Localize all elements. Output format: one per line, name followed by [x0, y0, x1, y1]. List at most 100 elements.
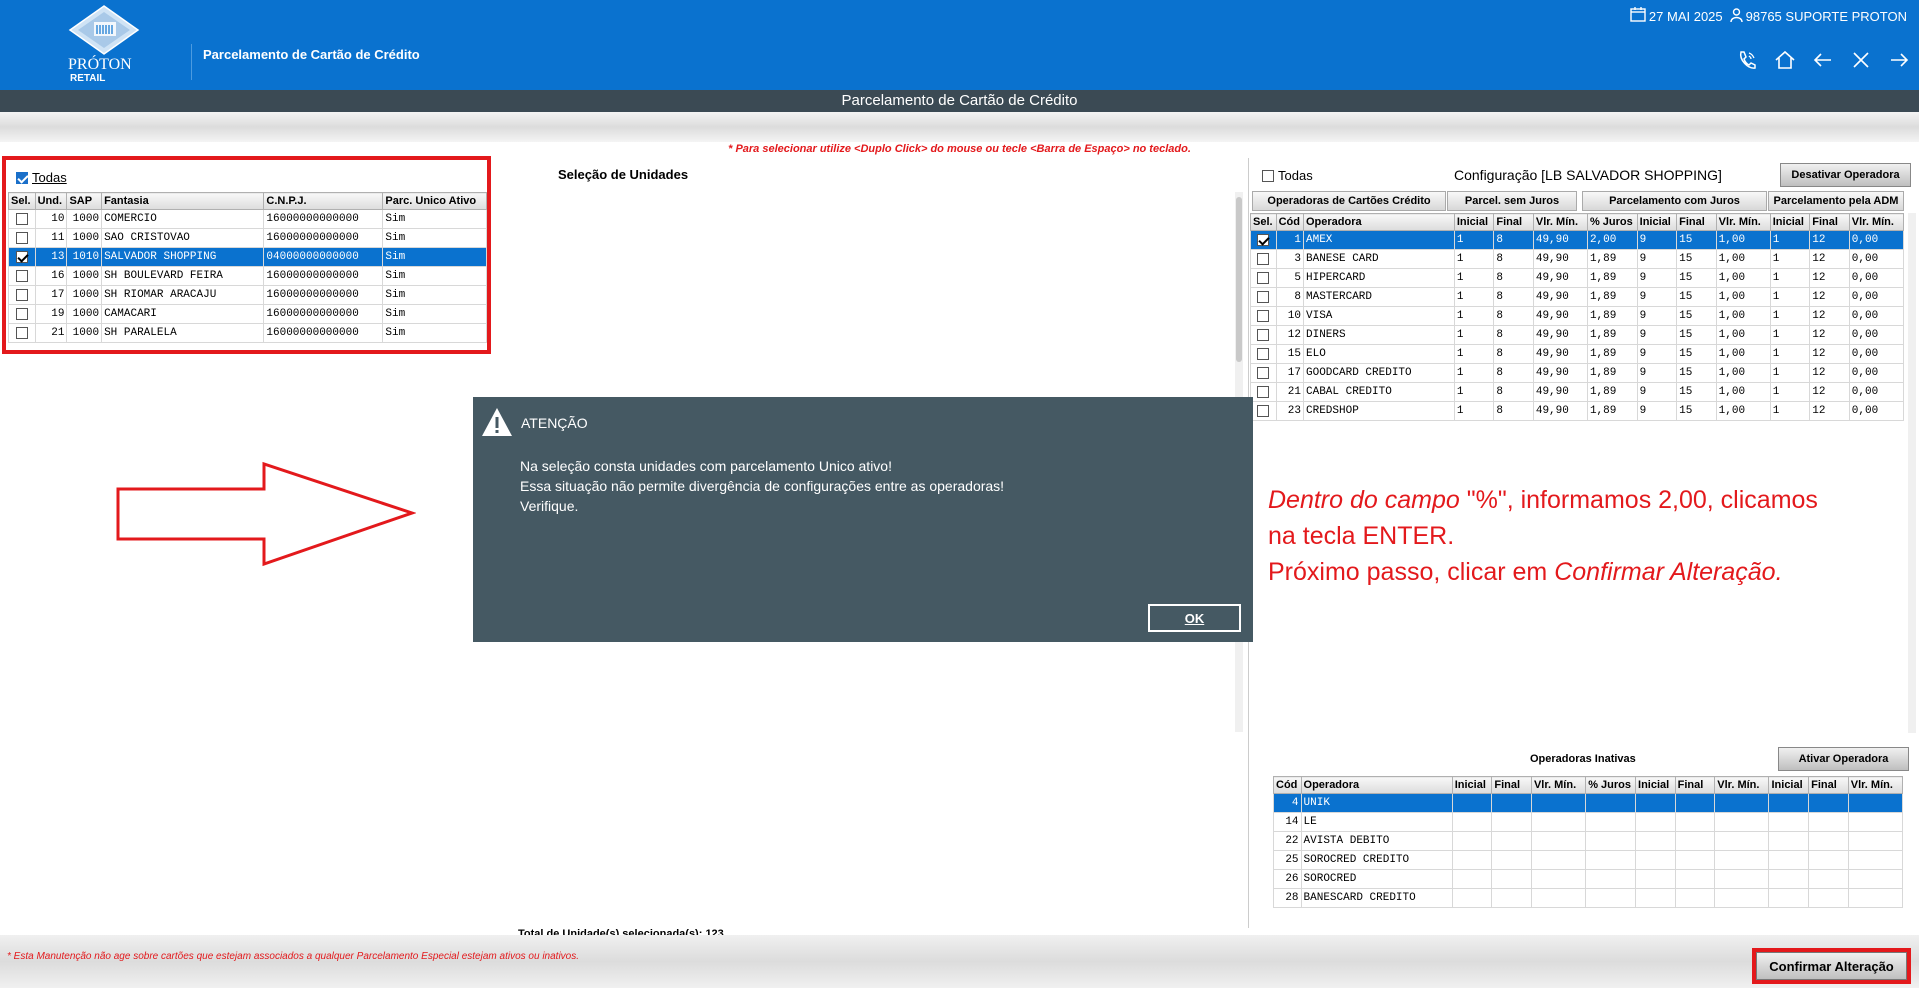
operator-value[interactable]: 12 — [1809, 249, 1850, 269]
operator-checkbox[interactable] — [1257, 233, 1270, 246]
config-todas-checkbox[interactable] — [1262, 169, 1274, 182]
operator-value[interactable]: 1 — [1769, 306, 1811, 326]
unit-row-select[interactable] — [8, 228, 36, 248]
operator-value[interactable]: 1 — [1453, 230, 1495, 250]
operator-value[interactable]: 8 — [1493, 287, 1534, 307]
unit-checkbox[interactable] — [15, 212, 28, 225]
operator-value[interactable]: 1 — [1453, 344, 1495, 364]
operator-value[interactable]: 12 — [1809, 268, 1850, 288]
operator-value[interactable]: 9 — [1636, 344, 1678, 364]
operator-value[interactable]: 1 — [1769, 249, 1811, 269]
operator-value[interactable]: 1,00 — [1715, 268, 1771, 288]
operator-value[interactable]: 1 — [1769, 268, 1811, 288]
operator-checkbox[interactable] — [1257, 347, 1270, 360]
phone-icon[interactable] — [1735, 48, 1759, 72]
operator-value[interactable]: 1,89 — [1586, 287, 1638, 307]
operator-checkbox[interactable] — [1257, 252, 1270, 265]
operator-value[interactable]: 15 — [1676, 401, 1717, 421]
inactive-operator-row[interactable]: 4 UNIK — [1273, 793, 1904, 813]
config-col-header[interactable]: Operadora — [1303, 213, 1455, 231]
config-col-header[interactable]: Final — [1676, 213, 1717, 231]
operator-value[interactable]: 12 — [1809, 230, 1850, 250]
operator-row[interactable]: 21 CABAL CREDITO 1 8 49,90 1,89 9 15 1,00 1 12 0,00 — [1250, 382, 1905, 402]
config-scrollbar[interactable] — [1908, 213, 1916, 733]
operator-value[interactable]: 1,00 — [1715, 230, 1771, 250]
operator-checkbox[interactable] — [1257, 328, 1270, 341]
config-col-header[interactable]: Sel. — [1250, 213, 1277, 231]
unit-row[interactable]: 17 1000 SH RIOMAR ARACAJU 16000000000000 Sim — [8, 285, 487, 305]
inactive-operator-row[interactable]: 22 AVISTA DEBITO — [1273, 831, 1904, 851]
operator-value[interactable]: 1 — [1453, 268, 1495, 288]
units-col-header[interactable]: Sel. — [8, 192, 36, 210]
operator-value[interactable]: 9 — [1636, 401, 1678, 421]
operator-checkbox[interactable] — [1257, 366, 1270, 379]
operator-value[interactable]: 0,00 — [1848, 287, 1905, 307]
inactive-operator-row[interactable]: 14 LE — [1273, 812, 1904, 832]
operator-value[interactable]: 12 — [1809, 382, 1850, 402]
config-col-header[interactable]: % Juros — [1586, 213, 1638, 231]
unit-row-select[interactable] — [8, 209, 36, 229]
deactivate-operator-button[interactable]: Desativar Operadora — [1780, 163, 1911, 187]
operator-value[interactable]: 49,90 — [1532, 401, 1588, 421]
units-col-header[interactable]: Parc. Unico Ativo — [382, 192, 487, 210]
operator-value[interactable]: 9 — [1636, 382, 1678, 402]
operator-value[interactable]: 1 — [1769, 401, 1811, 421]
units-col-header[interactable]: Und. — [34, 192, 68, 210]
operator-value[interactable]: 15 — [1676, 306, 1717, 326]
inactive-col-header[interactable]: Inicial — [1635, 776, 1676, 794]
inactive-col-header[interactable]: Vlr. Mín. — [1714, 776, 1770, 794]
inactive-col-header[interactable]: Operadora — [1300, 776, 1453, 794]
operator-value[interactable]: 15 — [1676, 325, 1717, 345]
operator-value[interactable]: 1,00 — [1715, 306, 1771, 326]
operator-value[interactable]: 1,89 — [1586, 306, 1638, 326]
config-todas[interactable]: Todas — [1262, 168, 1313, 183]
operator-value[interactable]: 8 — [1493, 230, 1534, 250]
forward-arrow-icon[interactable] — [1887, 48, 1911, 72]
operator-row[interactable]: 23 CREDSHOP 1 8 49,90 1,89 9 15 1,00 1 12 0,00 — [1250, 401, 1905, 421]
operator-value[interactable]: 15 — [1676, 344, 1717, 364]
operator-row-select[interactable] — [1250, 363, 1277, 383]
operator-checkbox[interactable] — [1257, 271, 1270, 284]
operator-value[interactable]: 8 — [1493, 249, 1534, 269]
inactive-col-header[interactable]: Cód — [1273, 776, 1302, 794]
operator-value[interactable]: 49,90 — [1532, 268, 1588, 288]
operator-row[interactable]: 15 ELO 1 8 49,90 1,89 9 15 1,00 1 12 0,00 — [1250, 344, 1905, 364]
confirm-change-button[interactable]: Confirmar Alteração — [1756, 952, 1907, 980]
inactive-col-header[interactable]: Final — [1808, 776, 1849, 794]
inactive-col-header[interactable]: Inicial — [1451, 776, 1493, 794]
operator-row-select[interactable] — [1250, 249, 1277, 269]
operator-value[interactable]: 1,89 — [1586, 382, 1638, 402]
operator-value[interactable]: 9 — [1636, 363, 1678, 383]
inactive-operator-row[interactable]: 28 BANESCARD CREDITO — [1273, 888, 1904, 908]
units-todas-checkbox[interactable] — [16, 171, 28, 184]
operator-value[interactable]: 12 — [1809, 325, 1850, 345]
operator-row[interactable]: 12 DINERS 1 8 49,90 1,89 9 15 1,00 1 12 0,00 — [1250, 325, 1905, 345]
operator-value[interactable]: 8 — [1493, 325, 1534, 345]
operator-value[interactable]: 1 — [1769, 287, 1811, 307]
operator-value[interactable]: 0,00 — [1848, 382, 1905, 402]
operator-value[interactable]: 1 — [1453, 401, 1495, 421]
operator-value[interactable]: 1,89 — [1586, 401, 1638, 421]
operator-value[interactable]: 1 — [1769, 363, 1811, 383]
operator-value[interactable]: 0,00 — [1848, 230, 1905, 250]
operator-value[interactable]: 12 — [1809, 287, 1850, 307]
operator-value[interactable]: 8 — [1493, 344, 1534, 364]
unit-checkbox[interactable] — [15, 288, 28, 301]
operator-value[interactable]: 9 — [1636, 230, 1678, 250]
operator-value[interactable]: 12 — [1809, 344, 1850, 364]
operator-value[interactable]: 8 — [1493, 306, 1534, 326]
unit-row-select[interactable] — [8, 266, 36, 286]
operator-value[interactable]: 1,89 — [1586, 249, 1638, 269]
operator-value[interactable]: 15 — [1676, 249, 1717, 269]
inactive-col-header[interactable]: Final — [1674, 776, 1716, 794]
operator-row-select[interactable] — [1250, 268, 1277, 288]
config-col-header[interactable]: Cód — [1275, 213, 1305, 231]
operator-row[interactable]: 5 HIPERCARD 1 8 49,90 1,89 9 15 1,00 1 12 0,00 — [1250, 268, 1905, 288]
operator-value[interactable]: 9 — [1636, 325, 1678, 345]
operator-value[interactable]: 12 — [1809, 401, 1850, 421]
config-col-header[interactable]: Vlr. Mín. — [1848, 213, 1905, 231]
operator-value[interactable]: 1 — [1453, 249, 1495, 269]
operator-value[interactable]: 0,00 — [1848, 363, 1905, 383]
operator-value[interactable]: 0,00 — [1848, 306, 1905, 326]
operator-row[interactable]: 3 BANESE CARD 1 8 49,90 1,89 9 15 1,00 1 12 0,00 — [1250, 249, 1905, 269]
